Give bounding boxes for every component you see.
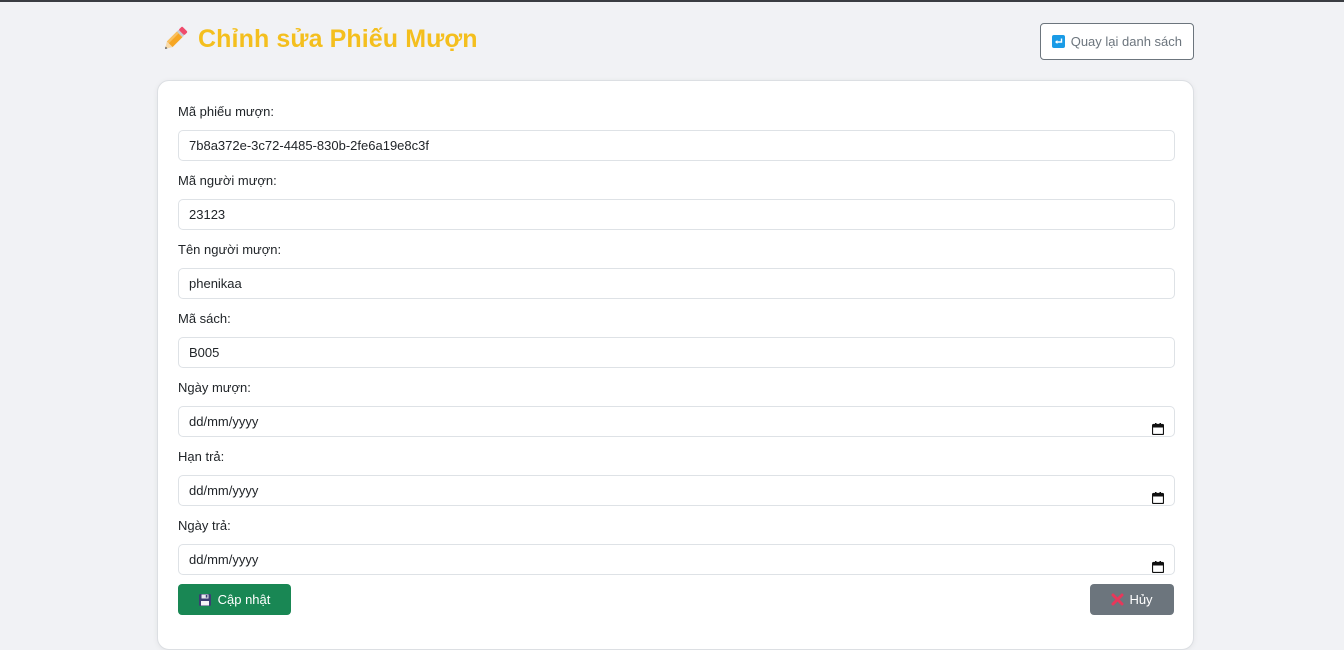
- loan-id-value: 7b8a372e-3c72-4485-830b-2fe6a19e8c3f: [189, 138, 429, 153]
- book-id-value: B005: [189, 345, 220, 360]
- title-group: Chỉnh sửa Phiếu Mượn: [160, 24, 478, 54]
- label-borrower-id: Mã người mượn:: [178, 173, 277, 188]
- calendar-icon[interactable]: [1151, 485, 1165, 504]
- field-borrower-name: Tên người mượn: phenikaa: [178, 241, 1175, 299]
- page-header: Chỉnh sửa Phiếu Mượn Quay lại danh sách: [157, 22, 1194, 60]
- label-borrow-date: Ngày mượn:: [178, 380, 251, 395]
- return-date-input[interactable]: dd/mm/yyyy: [178, 544, 1175, 575]
- field-due-date: Hạn trả: dd/mm/yyyy: [178, 448, 1175, 506]
- return-date-value: dd/mm/yyyy: [189, 552, 259, 567]
- edit-form-card: Mã phiếu mượn: 7b8a372e-3c72-4485-830b-2…: [157, 80, 1194, 650]
- field-loan-id: Mã phiếu mượn: 7b8a372e-3c72-4485-830b-2…: [178, 103, 1175, 161]
- pencil-icon: [160, 24, 190, 54]
- field-borrower-id: Mã người mượn: 23123: [178, 172, 1175, 230]
- book-id-input[interactable]: B005: [178, 337, 1175, 368]
- label-loan-id: Mã phiếu mượn:: [178, 104, 274, 119]
- borrow-date-input[interactable]: dd/mm/yyyy: [178, 406, 1175, 437]
- cancel-button-label: Hủy: [1129, 592, 1153, 607]
- page: Chỉnh sửa Phiếu Mượn Quay lại danh sách …: [157, 0, 1194, 650]
- back-button-label: Quay lại danh sách: [1070, 34, 1182, 49]
- borrower-name-input[interactable]: phenikaa: [178, 268, 1175, 299]
- back-to-list-button[interactable]: Quay lại danh sách: [1039, 23, 1194, 60]
- label-due-date: Hạn trả:: [178, 449, 225, 464]
- label-borrower-name: Tên người mượn:: [178, 242, 282, 257]
- label-book-id: Mã sách:: [178, 311, 231, 326]
- return-arrow-icon: [1051, 35, 1065, 48]
- field-return-date: Ngày trả: dd/mm/yyyy: [178, 517, 1175, 575]
- due-date-value: dd/mm/yyyy: [189, 483, 259, 498]
- due-date-input[interactable]: dd/mm/yyyy: [178, 475, 1175, 506]
- field-book-id: Mã sách: B005: [178, 310, 1175, 368]
- floppy-disk-icon: [198, 593, 211, 606]
- borrower-name-value: phenikaa: [189, 276, 242, 291]
- cancel-button[interactable]: Hủy: [1090, 584, 1174, 615]
- page-title: Chỉnh sửa Phiếu Mượn: [198, 25, 478, 53]
- field-borrow-date: Ngày mượn: dd/mm/yyyy: [178, 379, 1175, 437]
- update-button-label: Cập nhật: [217, 592, 271, 607]
- calendar-icon[interactable]: [1151, 554, 1165, 573]
- borrower-id-input[interactable]: 23123: [178, 199, 1175, 230]
- update-button[interactable]: Cập nhật: [178, 584, 291, 615]
- borrow-date-value: dd/mm/yyyy: [189, 414, 259, 429]
- cross-mark-icon: [1111, 593, 1124, 606]
- loan-id-input[interactable]: 7b8a372e-3c72-4485-830b-2fe6a19e8c3f: [178, 130, 1175, 161]
- calendar-icon[interactable]: [1151, 416, 1165, 435]
- label-return-date: Ngày trả:: [178, 518, 231, 533]
- borrower-id-value: 23123: [189, 207, 226, 222]
